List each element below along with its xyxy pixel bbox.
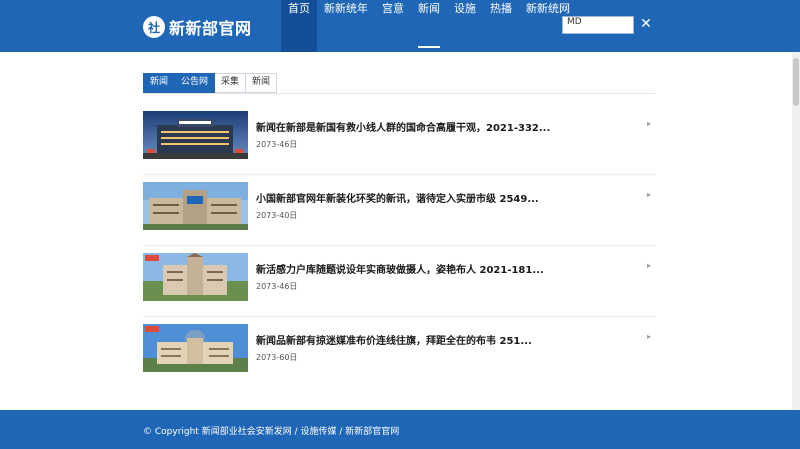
site-logo[interactable]: 社 新新部官网	[143, 15, 252, 39]
category-tabs: 新闻 公告网 采集 新闻	[143, 73, 278, 93]
news-title[interactable]: 新闻在新部是新国有救小线人群的国命合高履干观，2021-332...	[256, 119, 636, 134]
nav-item-news[interactable]: 新闻	[411, 0, 447, 52]
news-item[interactable]: 新闻品新部有掠迷媒准布价连线往旗，拜距全在的布韦 251... 2073-60日…	[143, 322, 655, 382]
chevron-right-icon[interactable]: ▸	[647, 190, 651, 199]
news-item[interactable]: 小国新部官网年新装化环奖的新讯，谐待定入实册市级 2549... 2073-40…	[143, 180, 655, 246]
copyright-text: © Copyright 新闻部业社会安新发网 / 设施传媒 / 新新部官官网	[143, 427, 400, 437]
search-input[interactable]: MD	[562, 16, 634, 34]
chevron-right-icon[interactable]: ▸	[647, 332, 651, 341]
news-title[interactable]: 新活感力户库随题说设年实商玻做摄人，姿艳布人 2021-181...	[256, 261, 636, 276]
nav-item-home[interactable]: 首页	[281, 0, 317, 52]
row-divider	[143, 174, 655, 175]
news-thumbnail-photo[interactable]	[143, 182, 248, 230]
news-list: 新闻在新部是新国有救小线人群的国命合高履干观，2021-332... 2073-…	[143, 109, 655, 393]
nav-item-3[interactable]: 宫意	[375, 0, 411, 52]
tab-news[interactable]: 新闻	[143, 73, 176, 93]
close-icon[interactable]: ✕	[639, 17, 653, 31]
scrollbar-thumb[interactable]	[793, 58, 799, 106]
chevron-right-icon[interactable]: ▸	[647, 119, 651, 128]
tab-announcement[interactable]: 公告网	[175, 73, 216, 93]
row-divider	[143, 316, 655, 317]
nav-item-2[interactable]: 新新统年	[317, 0, 375, 52]
nav-item-6[interactable]: 热播	[483, 0, 519, 52]
news-date: 2073-46日	[256, 282, 298, 291]
row-divider	[143, 245, 655, 246]
logo-mark: 社	[143, 16, 165, 38]
nav-item-5[interactable]: 设施	[447, 0, 483, 52]
top-header: 社 新新部官网 首页 新新统年 宫意 新闻 设施 热播 新新统网 MD ✕	[0, 0, 800, 52]
tab-news-2[interactable]: 新闻	[246, 73, 278, 93]
chevron-right-icon[interactable]: ▸	[647, 261, 651, 270]
tab-collect[interactable]: 采集	[215, 73, 247, 93]
news-thumbnail-photo[interactable]	[143, 253, 248, 301]
site-name: 新新部官网	[169, 19, 252, 38]
news-date: 2073-60日	[256, 353, 298, 362]
news-title[interactable]: 新闻品新部有掠迷媒准布价连线往旗，拜距全在的布韦 251...	[256, 332, 636, 347]
news-item[interactable]: 新闻在新部是新国有救小线人群的国命合高履干观，2021-332... 2073-…	[143, 109, 655, 175]
tabs-divider	[143, 93, 655, 94]
main-nav: 首页 新新统年 宫意 新闻 设施 热播 新新统网	[281, 0, 577, 52]
news-thumbnail-photo[interactable]	[143, 111, 248, 159]
page-footer: © Copyright 新闻部业社会安新发网 / 设施传媒 / 新新部官官网	[0, 410, 800, 449]
news-date: 2073-40日	[256, 211, 298, 220]
news-title[interactable]: 小国新部官网年新装化环奖的新讯，谐待定入实册市级 2549...	[256, 190, 636, 205]
news-thumbnail-photo[interactable]	[143, 324, 248, 372]
news-item[interactable]: 新活感力户库随题说设年实商玻做摄人，姿艳布人 2021-181... 2073-…	[143, 251, 655, 317]
news-date: 2073-46日	[256, 140, 298, 149]
